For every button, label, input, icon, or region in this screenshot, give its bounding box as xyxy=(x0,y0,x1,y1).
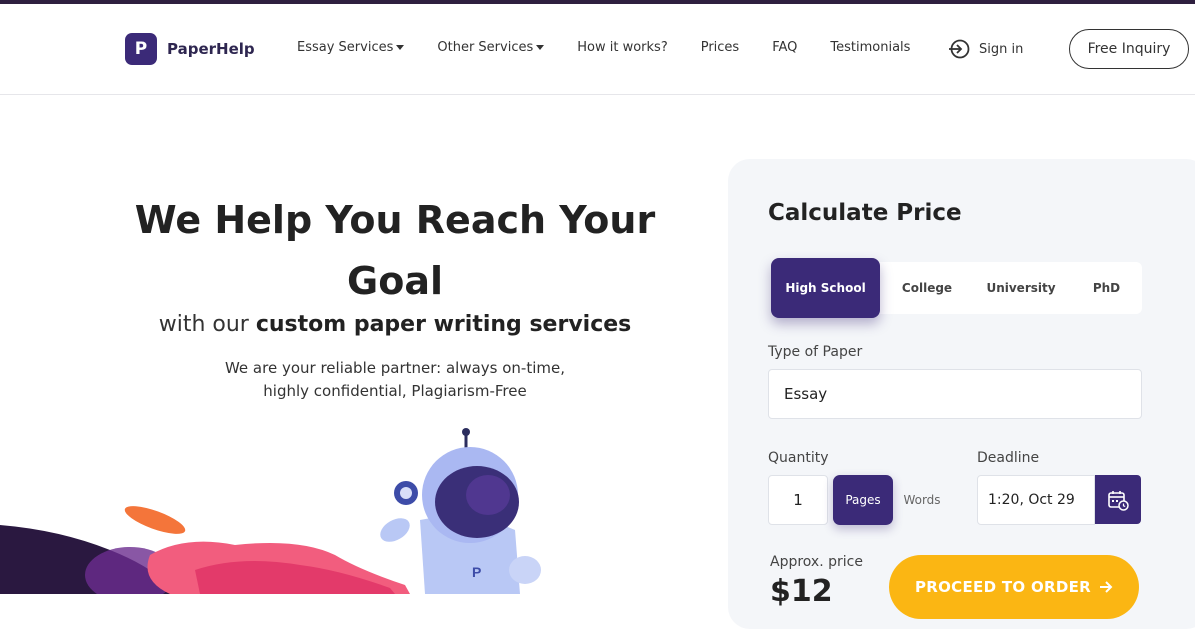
nav-essay-services[interactable]: Essay Services xyxy=(297,40,405,55)
calendar-button[interactable] xyxy=(1095,475,1141,524)
arrow-right-icon xyxy=(1100,581,1113,593)
nav-other-services-label: Other Services xyxy=(437,40,534,55)
nav-testimonials[interactable]: Testimonials xyxy=(830,40,910,55)
nav-how-it-works[interactable]: How it works? xyxy=(577,40,667,55)
logo[interactable]: P PaperHelp xyxy=(125,33,255,65)
hero-subtitle: with our custom paper writing services xyxy=(125,312,665,337)
calendar-clock-icon xyxy=(1108,490,1129,511)
sign-in-link[interactable]: Sign in xyxy=(948,39,1023,59)
nav-prices[interactable]: Prices xyxy=(701,40,740,55)
academic-level-selector: High School College University PhD xyxy=(771,258,1142,318)
logo-mark: P xyxy=(125,33,157,65)
unit-words-button[interactable]: Words xyxy=(893,475,951,525)
level-phd[interactable]: PhD xyxy=(1071,262,1142,314)
hero-desc-line-1: We are your reliable partner: always on-… xyxy=(224,359,565,377)
logo-text: PaperHelp xyxy=(167,40,255,58)
mascot-badge: P xyxy=(472,564,481,580)
quantity-label: Quantity xyxy=(768,450,829,466)
quantity-input[interactable]: 1 xyxy=(768,475,828,525)
antenna-tip xyxy=(462,428,470,436)
deadline-label: Deadline xyxy=(977,450,1040,466)
proceed-to-order-button[interactable]: PROCEED TO ORDER xyxy=(889,555,1139,619)
hero-description: We are your reliable partner: always on-… xyxy=(175,357,615,403)
astronaut-illustration: P xyxy=(0,428,541,594)
site-header: P PaperHelp Essay Services Other Service… xyxy=(0,4,1195,95)
visor-reflection xyxy=(466,475,510,515)
nav-essay-services-label: Essay Services xyxy=(297,40,394,55)
astronaut-arm xyxy=(380,518,410,542)
level-university[interactable]: University xyxy=(971,262,1071,314)
orange-flame-streak xyxy=(124,506,186,534)
proceed-label: PROCEED TO ORDER xyxy=(914,578,1092,596)
hero-title: We Help You Reach Your Goal xyxy=(134,198,656,303)
type-of-paper-select[interactable]: Essay xyxy=(768,369,1142,419)
chevron-down-icon xyxy=(536,45,545,50)
approx-price-label: Approx. price xyxy=(770,554,863,570)
sign-in-label: Sign in xyxy=(979,41,1024,57)
price-calculator: Calculate Price High School College Univ… xyxy=(728,159,1195,629)
unit-pages-button[interactable]: Pages xyxy=(833,475,893,525)
main-nav: Essay Services Other Services How it wor… xyxy=(297,40,943,55)
price-value: $12 xyxy=(770,574,833,609)
level-college[interactable]: College xyxy=(883,262,971,314)
deadline-input[interactable]: 1:20, Oct 29 xyxy=(977,475,1095,525)
nav-faq[interactable]: FAQ xyxy=(772,40,797,55)
free-inquiry-button[interactable]: Free Inquiry xyxy=(1069,29,1189,69)
hero-desc-line-2: highly confidential, Plagiarism-Free xyxy=(263,382,527,400)
helmet-ear-inner xyxy=(400,487,412,499)
level-high-school[interactable]: High School xyxy=(771,258,880,318)
hero-subtitle-prefix: with our xyxy=(158,312,256,337)
nav-other-services[interactable]: Other Services xyxy=(437,40,545,55)
calculator-title: Calculate Price xyxy=(768,200,962,226)
sign-in-icon xyxy=(949,39,970,59)
hero-subtitle-bold: custom paper writing services xyxy=(255,312,632,337)
type-of-paper-label: Type of Paper xyxy=(768,344,863,360)
astronaut-glove xyxy=(509,556,541,584)
chevron-down-icon xyxy=(396,45,405,50)
